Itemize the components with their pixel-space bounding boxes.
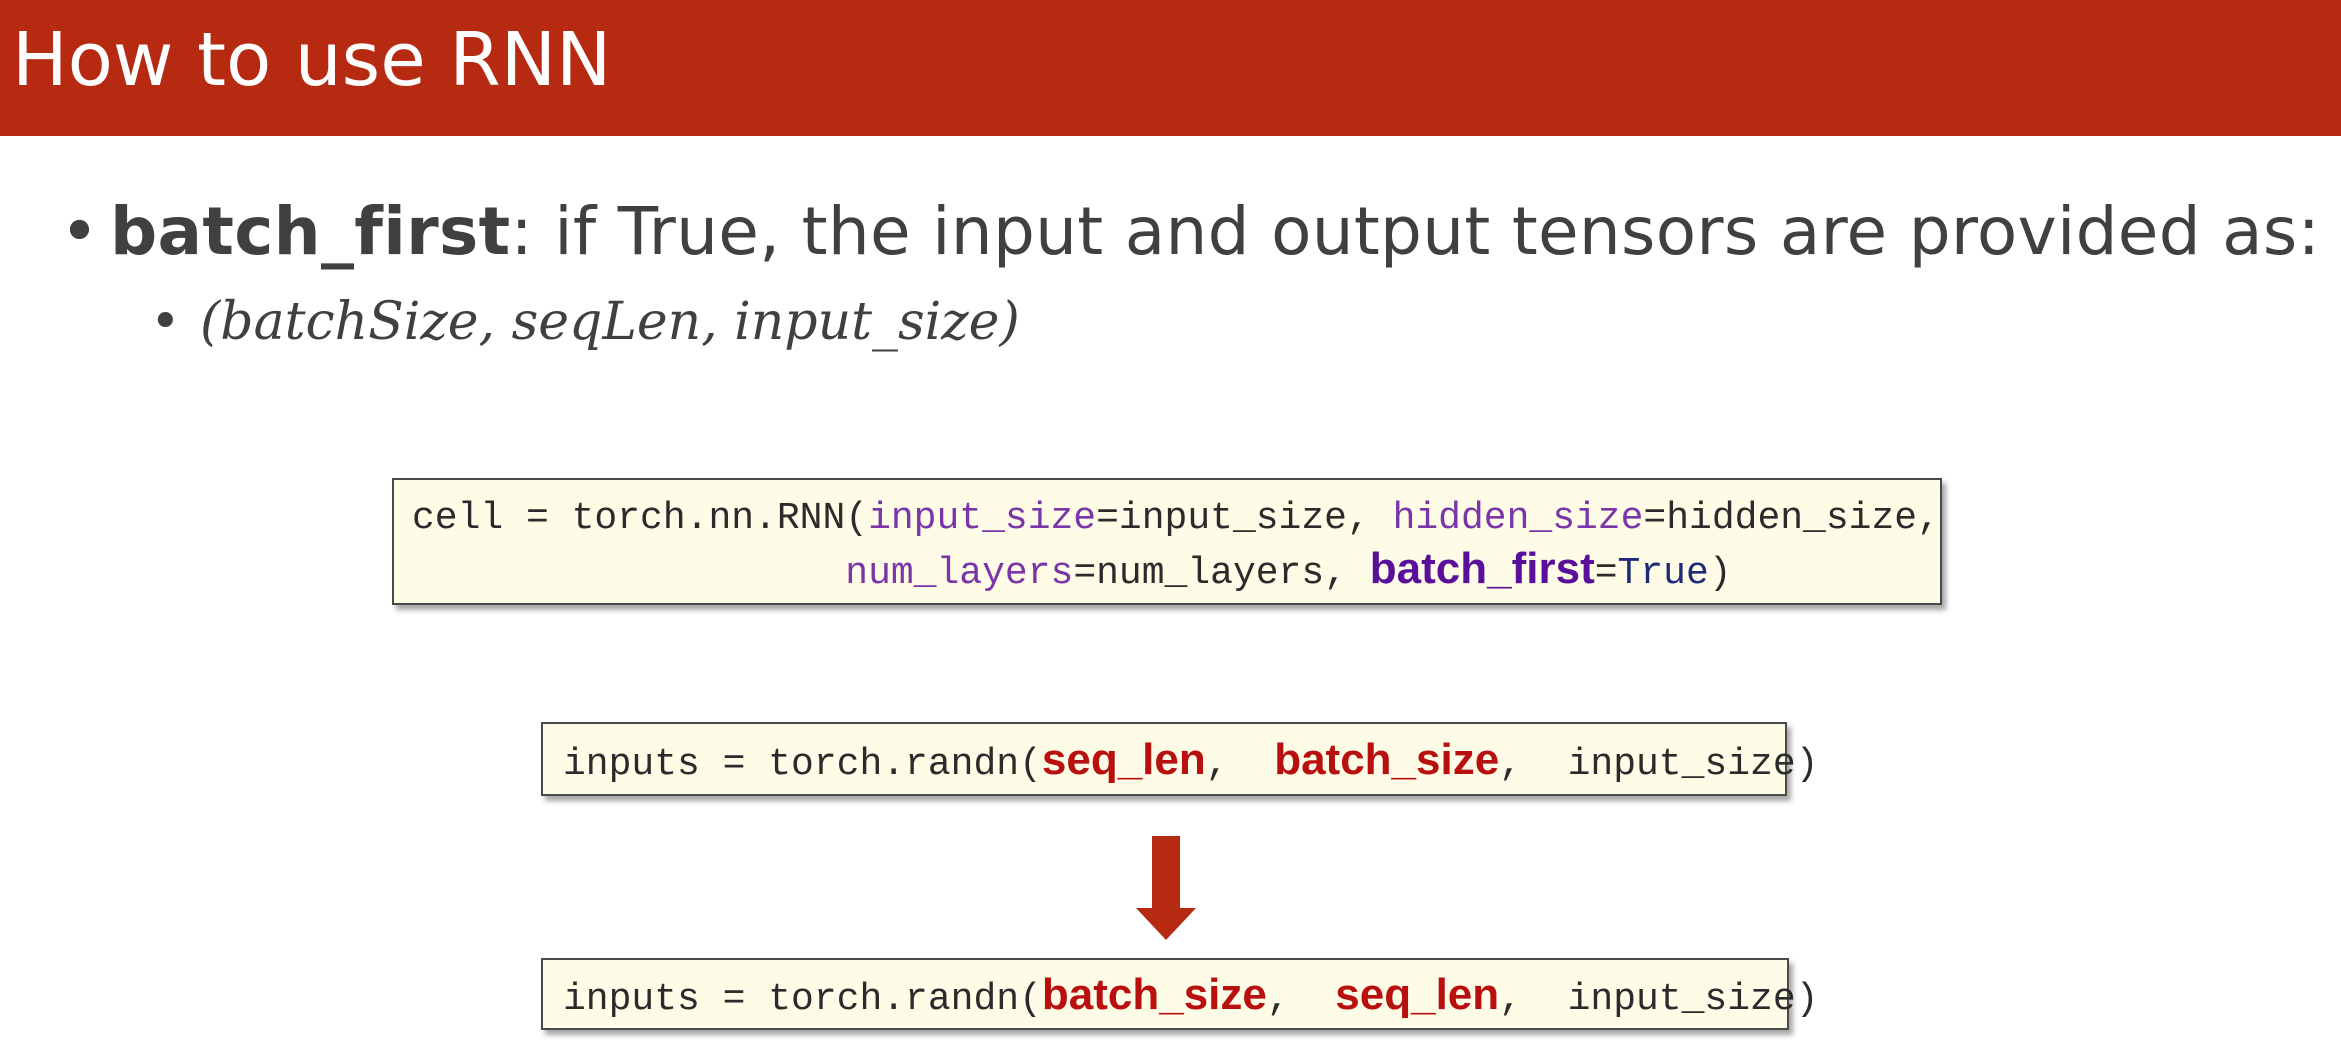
- code-value-true: True: [1617, 552, 1709, 595]
- code-box-inputs-after: inputs = torch.randn(batch_size, seq_len…: [541, 958, 1818, 1030]
- code-text: =input_size,: [1096, 497, 1393, 540]
- code-text: ,: [1499, 978, 1568, 1021]
- code-text: ,: [1205, 743, 1275, 786]
- code-keyword: num_layers: [845, 552, 1074, 595]
- code-text: inputs = torch.randn(: [563, 978, 1042, 1021]
- slide-title: How to use RNN: [12, 17, 612, 103]
- bullet-dot: •: [150, 292, 181, 352]
- bullet-batch-first: • batch_first: if True, the input and out…: [60, 182, 2320, 282]
- code-text: ,: [1499, 743, 1568, 786]
- code-highlight-arg1: batch_size: [1041, 970, 1267, 1019]
- code-line: inputs = torch.randn(batch_size, seq_len…: [563, 970, 1818, 1021]
- code-line: inputs = torch.randn(seq_len, batch_size…: [563, 735, 1818, 786]
- code-text: =hidden_size,: [1643, 497, 1940, 540]
- code-highlight-arg2: batch_size: [1274, 735, 1500, 784]
- code-box-inputs-before: inputs = torch.randn(seq_len, batch_size…: [541, 722, 1818, 796]
- code-text: =: [1594, 552, 1618, 595]
- code-text: input_size): [1567, 978, 1819, 1021]
- code-text: inputs = torch.randn(: [563, 743, 1042, 786]
- bullet-text: : if True, the input and output tensors …: [510, 193, 2321, 270]
- bullet-term: batch_first: [110, 193, 511, 270]
- code-line-2: num_layers=num_layers, batch_first=True): [412, 544, 1940, 595]
- code-keyword: hidden_size: [1392, 497, 1644, 540]
- code-highlight-arg2: seq_len: [1335, 970, 1500, 1019]
- bullet-dot: •: [60, 193, 100, 270]
- code-text: =num_layers,: [1073, 552, 1370, 595]
- sub-bullet-shape: • (batchSize, seqLen, input_size): [150, 282, 1020, 362]
- code-text: input_size): [1567, 743, 1819, 786]
- code-line-1: cell = torch.nn.RNN(input_size=input_siz…: [412, 494, 1940, 544]
- shape-formula: (batchSize, seqLen, input_size): [200, 292, 1020, 352]
- down-arrow-icon: [1136, 836, 1196, 940]
- title-bar: How to use RNN: [0, 0, 2341, 136]
- code-keyword: input_size: [868, 497, 1097, 540]
- code-box-rnn-cell: cell = torch.nn.RNN(input_size=input_siz…: [392, 478, 1942, 605]
- code-text: ,: [1266, 978, 1336, 1021]
- code-highlight-arg1: seq_len: [1041, 735, 1206, 784]
- code-text: cell = torch.nn.RNN(: [412, 497, 869, 540]
- code-highlight-batch-first: batch_first: [1369, 544, 1595, 593]
- code-text: ): [1708, 552, 1732, 595]
